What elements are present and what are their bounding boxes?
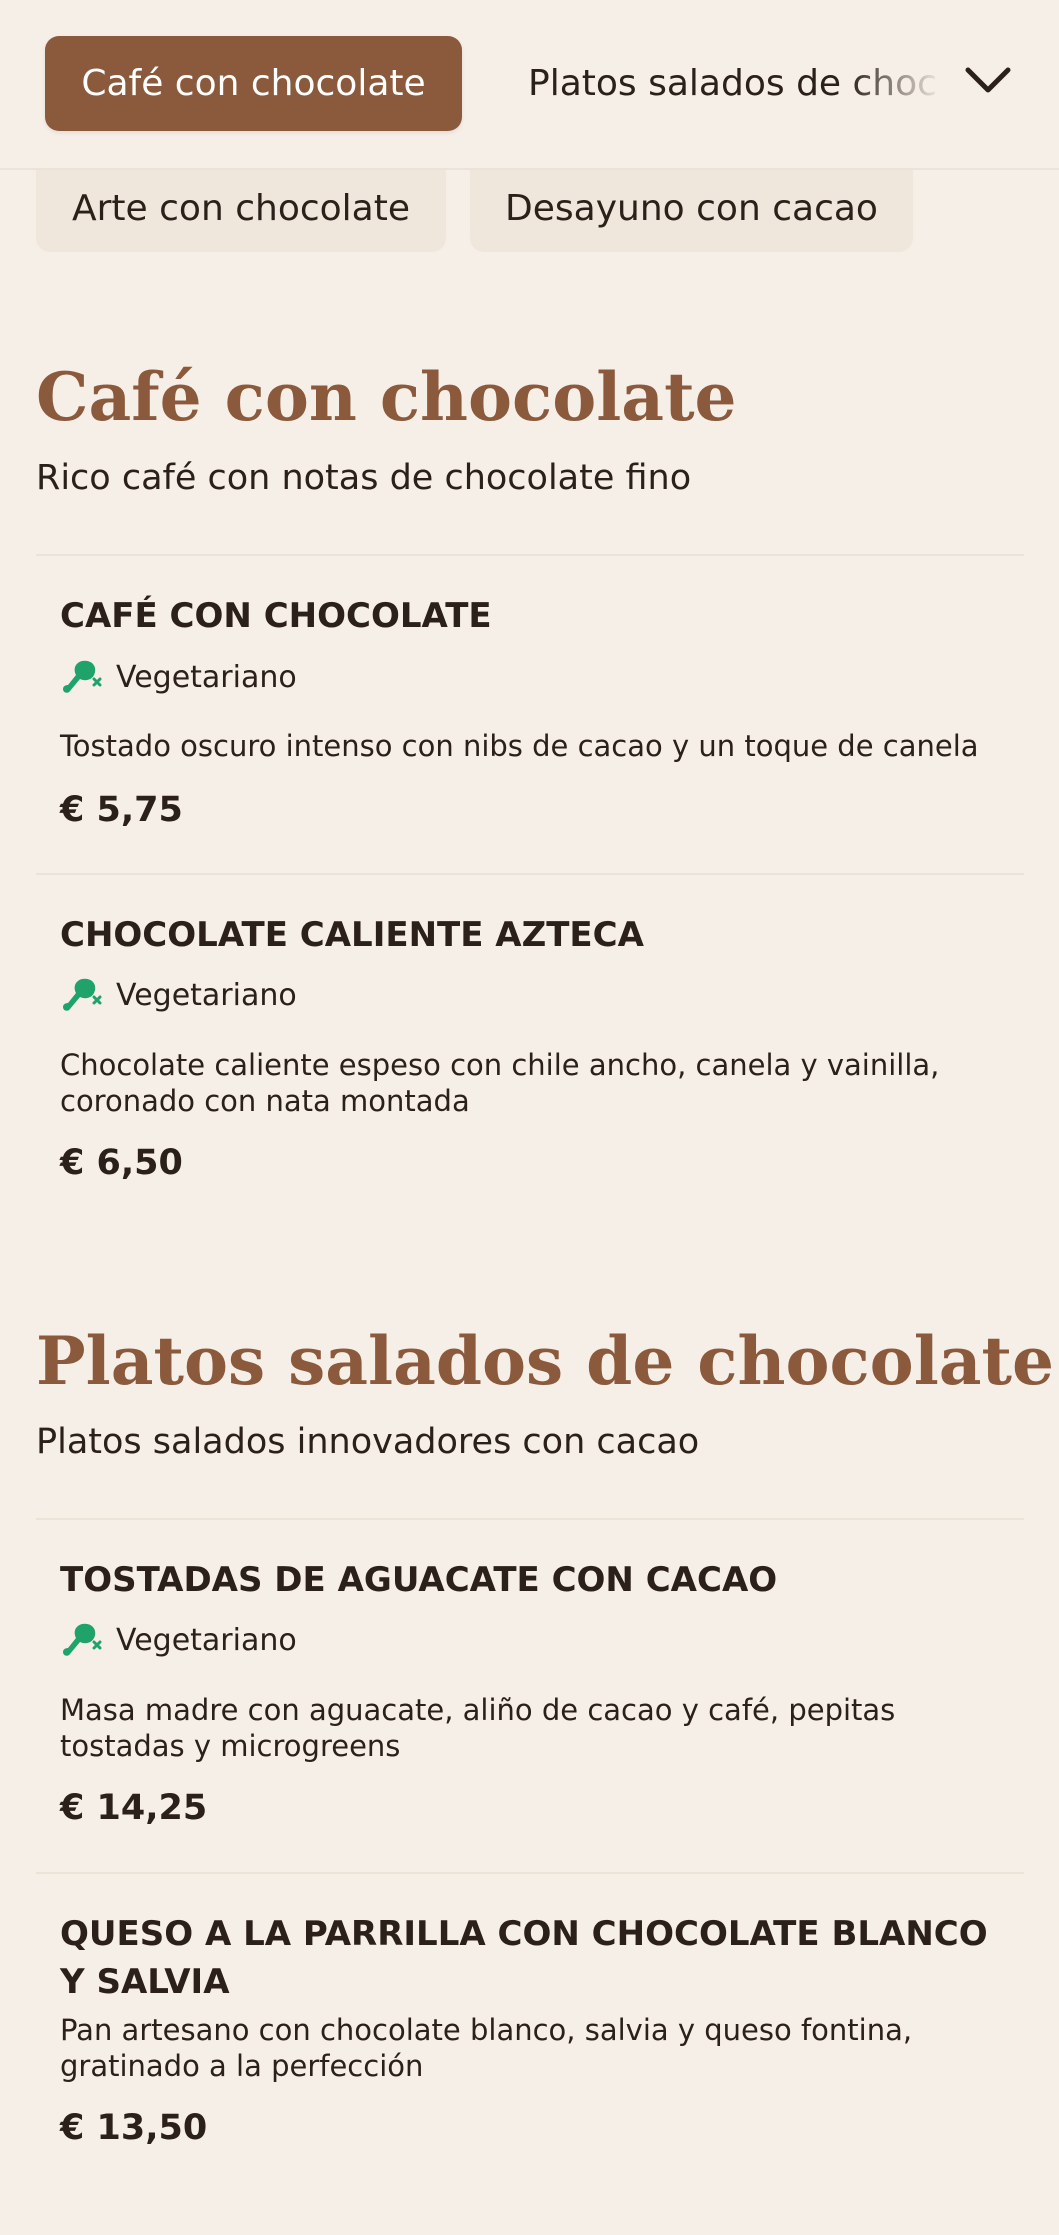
divider [36,1872,1024,1874]
tab-desayuno-con-cacao[interactable]: Desayuno con cacao [470,164,913,252]
tab-arte-con-chocolate[interactable]: Arte con chocolate [36,164,446,252]
vegetarian-label: Vegetariano [116,977,297,1013]
section-title: Platos salados de chocolate [36,1322,1055,1400]
menu-item-description: Masa madre con aguacate, aliño de cacao … [60,1693,896,1763]
menu-item-price: € 13,50 [60,2108,208,2148]
divider [36,554,1024,556]
tab-platos-salados[interactable]: Platos salados de chocolate [528,58,938,110]
vegetarian-tag: Vegetariano [60,1620,297,1660]
menu-item-description: Pan artesano con chocolate blanco, salvi… [60,2013,913,2083]
menu-item-description: Chocolate caliente espeso con chile anch… [60,1048,940,1118]
menu-item-description: Tostado oscuro intenso con nibs de cacao… [60,729,979,763]
vegetarian-label: Vegetariano [116,659,297,695]
tab-label: Platos salados de chocolate [528,63,938,104]
menu-item-name: QUESO A LA PARRILLA CON CHOCOLATE BLANCO… [60,1914,988,2002]
menu-item-name: CHOCOLATE CALIENTE AZTECA [60,915,644,955]
tab-cafe-con-chocolate[interactable]: Café con chocolate [45,36,462,131]
divider [36,873,1024,875]
vegetarian-tag: Vegetariano [60,657,297,697]
tab-label: Desayuno con cacao [505,187,878,229]
vegetarian-label: Vegetariano [116,1622,297,1658]
tab-label: Arte con chocolate [72,187,410,229]
chevron-down-icon[interactable] [963,60,1013,100]
vegetarian-drumstick-icon [63,660,102,693]
vegetarian-tag: Vegetariano [60,975,297,1015]
menu-item-price: € 6,50 [60,1143,183,1183]
divider [36,1518,1024,1520]
section-title: Café con chocolate [36,358,737,436]
tab-label: Café con chocolate [81,63,426,104]
menu-item-name: TOSTADAS DE AGUACATE CON CACAO [60,1560,778,1600]
section-subtitle: Rico café con notas de chocolate fino [36,458,692,498]
vegetarian-drumstick-icon [63,1623,102,1656]
menu-item-price: € 14,25 [60,1788,208,1828]
category-nav: Café con chocolate Platos salados de cho… [0,0,1059,170]
menu-item-name: CAFÉ CON CHOCOLATE [60,596,492,636]
menu-item-price: € 5,75 [60,790,183,830]
vegetarian-drumstick-icon [63,978,102,1011]
section-subtitle: Platos salados innovadores con cacao [36,1422,700,1462]
